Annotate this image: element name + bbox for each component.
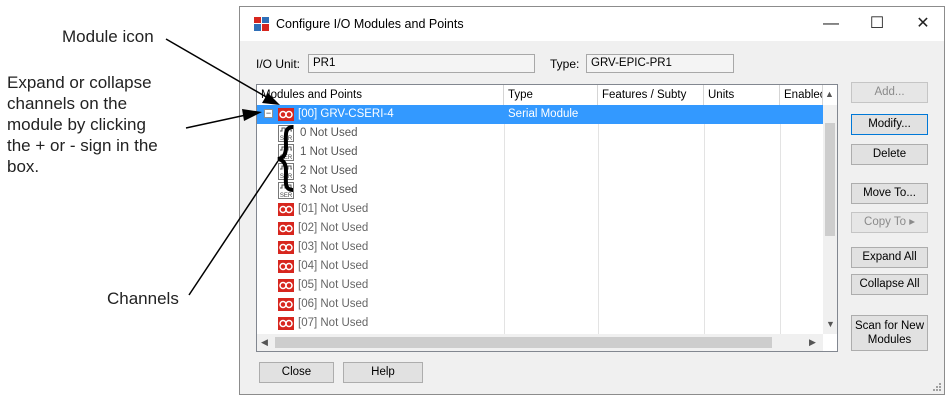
scan-label-line2: Modules <box>867 334 912 346</box>
module-label: [01] Not Used <box>298 203 369 215</box>
callout-expand-collapse: Expand or collapse channels on the modul… <box>7 72 158 177</box>
window-title: Configure I/O Modules and Points <box>276 17 464 31</box>
collapse-toggle[interactable]: − <box>264 109 273 118</box>
module-icon <box>278 298 294 311</box>
module-icon <box>278 108 294 121</box>
module-label: [00] GRV-CSERI-4 <box>298 108 394 120</box>
scan-label-line1: Scan for New <box>854 320 925 332</box>
type-label: Type: <box>550 57 580 71</box>
table-row-module-07[interactable]: [07] Not Used <box>257 314 823 333</box>
serial-channel-icon: SER <box>278 144 294 161</box>
maximize-button[interactable]: ☐ <box>854 7 900 41</box>
close-button[interactable]: Close <box>259 362 334 383</box>
expand-all-button[interactable]: Expand All <box>851 247 928 268</box>
module-label: [05] Not Used <box>298 279 369 291</box>
scroll-right-arrow[interactable]: ▶ <box>809 337 816 348</box>
type-field[interactable]: GRV-EPIC-PR1 <box>586 54 734 73</box>
title-bar: Configure I/O Modules and Points — ☐ ✕ <box>240 7 944 41</box>
help-button[interactable]: Help <box>343 362 423 383</box>
module-label: [03] Not Used <box>298 241 369 253</box>
horizontal-scrollbar[interactable]: ◀ ▶ <box>257 334 823 351</box>
column-header-features[interactable]: Features / Subty <box>598 85 704 105</box>
add-button[interactable]: Add... <box>851 82 928 103</box>
io-unit-field[interactable]: PR1 <box>308 54 535 73</box>
callout-line: module by clicking <box>7 115 146 134</box>
module-label: [02] Not Used <box>298 222 369 234</box>
vertical-scroll-thumb[interactable] <box>825 123 835 236</box>
move-to-button[interactable]: Move To... <box>851 183 928 204</box>
table-row-module-02[interactable]: [02] Not Used <box>257 219 823 238</box>
modify-button[interactable]: Modify... <box>851 114 928 135</box>
column-header-modules-points[interactable]: Modules and Points <box>257 85 504 105</box>
table-row-module-03[interactable]: [03] Not Used <box>257 238 823 257</box>
channel-label: 0 Not Used <box>300 127 358 139</box>
module-label: [07] Not Used <box>298 317 369 329</box>
module-icon <box>278 279 294 292</box>
table-row-module-04[interactable]: [04] Not Used <box>257 257 823 276</box>
channel-label: 3 Not Used <box>300 184 358 196</box>
table-row-channel-2[interactable]: SER 2 Not Used <box>257 162 823 181</box>
ser-label: SER <box>280 193 293 199</box>
column-header-enabled[interactable]: Enablec <box>780 85 823 105</box>
column-header-units[interactable]: Units <box>704 85 780 105</box>
serial-channel-icon: SER <box>278 125 294 142</box>
table-row-channel-1[interactable]: SER 1 Not Used <box>257 143 823 162</box>
table-row-channel-3[interactable]: SER 3 Not Used <box>257 181 823 200</box>
callout-line: box. <box>7 157 40 176</box>
callout-line: Expand or collapse <box>7 73 152 92</box>
copy-to-button[interactable]: Copy To ▸ <box>851 212 928 233</box>
close-window-button[interactable]: ✕ <box>900 7 946 41</box>
table-row-module-01[interactable]: [01] Not Used <box>257 200 823 219</box>
scroll-down-arrow[interactable]: ▼ <box>826 319 835 329</box>
module-type: Serial Module <box>508 108 579 120</box>
expander-pointer <box>185 114 247 129</box>
horizontal-scroll-thumb[interactable] <box>275 337 772 348</box>
modules-points-grid[interactable]: Modules and Points Type Features / Subty… <box>256 84 838 352</box>
configure-io-dialog: Configure I/O Modules and Points — ☐ ✕ I… <box>239 6 945 395</box>
resize-grip-icon[interactable] <box>931 381 941 391</box>
io-unit-label: I/O Unit: <box>256 57 301 71</box>
module-label: [06] Not Used <box>298 298 369 310</box>
callout-channels: Channels <box>107 289 179 308</box>
ser-label: SER <box>280 136 293 142</box>
channel-label: 1 Not Used <box>300 146 358 158</box>
scroll-up-arrow[interactable]: ▲ <box>825 89 834 99</box>
table-row-channel-0[interactable]: SER 0 Not Used <box>257 124 823 143</box>
callout-line: channels on the <box>7 94 128 113</box>
callout-module-icon: Module icon <box>62 27 154 46</box>
table-row-module-00[interactable]: − [00] GRV-CSERI-4 Serial Module <box>257 105 823 124</box>
callout-line: the + or - sign in the <box>7 136 158 155</box>
ser-label: SER <box>280 174 293 180</box>
grid-header: Modules and Points Type Features / Subty… <box>257 85 837 106</box>
collapse-all-button[interactable]: Collapse All <box>851 274 928 295</box>
delete-button[interactable]: Delete <box>851 144 928 165</box>
module-icon <box>278 317 294 330</box>
vertical-scrollbar[interactable]: ▼ <box>823 105 837 334</box>
table-row-module-06[interactable]: [06] Not Used <box>257 295 823 314</box>
module-icon <box>278 241 294 254</box>
module-icon <box>278 203 294 216</box>
scroll-left-arrow[interactable]: ◀ <box>261 337 268 348</box>
module-icon <box>278 260 294 273</box>
column-header-type[interactable]: Type <box>504 85 598 105</box>
table-row-module-05[interactable]: [05] Not Used <box>257 276 823 295</box>
serial-channel-icon: SER <box>278 182 294 199</box>
scan-for-new-modules-button[interactable]: Scan for New Modules <box>851 315 928 351</box>
module-label: [04] Not Used <box>298 260 369 272</box>
channel-label: 2 Not Used <box>300 165 358 177</box>
app-icon <box>254 17 269 31</box>
minimize-button[interactable]: — <box>808 7 854 41</box>
ser-label: SER <box>280 155 293 161</box>
serial-channel-icon: SER <box>278 163 294 180</box>
module-icon <box>278 222 294 235</box>
